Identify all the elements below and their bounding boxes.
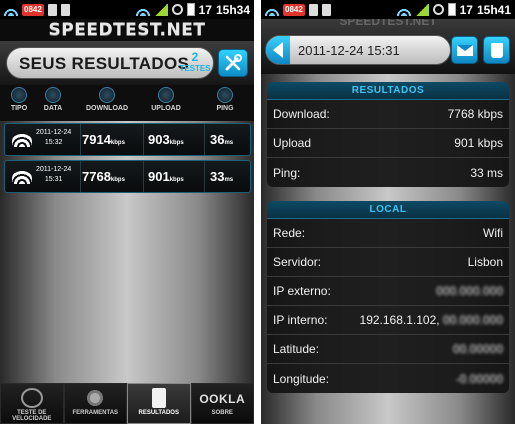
alarm-icon	[432, 4, 444, 15]
result-row[interactable]: 2011-12-24 15:31 7768kbps 901kbps 33ms	[4, 160, 251, 193]
back-arrow-icon	[273, 42, 283, 58]
detail-row-download: Download: 7768 kbps	[267, 100, 509, 129]
battery-icon	[186, 3, 195, 16]
column-upload[interactable]: UPLOAD	[146, 87, 186, 112]
detail-row-external-ip: IP externo: 000.000.000	[267, 277, 509, 306]
wifi-icon	[11, 87, 27, 103]
bottom-tab-bar: TESTE DE VELOCIDADE FERRAMENTAS RESULTAD…	[0, 383, 254, 424]
gear-icon	[84, 388, 107, 408]
delete-button[interactable]	[483, 36, 510, 64]
download-arrow-icon	[99, 87, 115, 103]
column-download[interactable]: DOWNLOAD	[84, 87, 130, 112]
detail-title-pill: 2011-12-24 15:31	[265, 35, 451, 65]
wifi-status-icon	[265, 3, 279, 16]
redacted-value: 00.000.000	[442, 313, 503, 327]
redacted-value: -0.00000	[455, 371, 503, 386]
column-date[interactable]: DATA	[38, 87, 68, 112]
back-button[interactable]	[266, 36, 290, 64]
app-logo-bar: SPEEDTEST.NET	[0, 19, 254, 41]
battery-level: 17	[459, 2, 473, 17]
tab-tools[interactable]: FERRAMENTAS	[63, 383, 127, 424]
envelope-icon	[456, 44, 473, 56]
wifi-signal-icon	[135, 3, 150, 16]
app-logo: SPEEDTEST.NET	[48, 20, 206, 40]
detail-row-longitude: Longitude: -0.00000	[273, 371, 503, 386]
battery-icon	[447, 3, 456, 16]
column-headers: TIPO DATA DOWNLOAD UPLOAD PING	[0, 85, 254, 121]
calendar-icon	[45, 87, 61, 103]
app-logo: SPEEDTEST.NET	[339, 19, 437, 27]
redacted-value: 000.000.000	[436, 284, 503, 298]
battery-level: 17	[198, 2, 212, 17]
test-count-label: TESTES	[179, 64, 211, 73]
page-title: SEUS RESULTADOS	[19, 54, 190, 73]
sd-card-icon	[321, 3, 331, 16]
result-ping: 33ms	[210, 169, 234, 184]
clock: 15h41	[476, 2, 511, 17]
result-datetime: 2011-12-24 15:32	[36, 129, 72, 146]
alarm-icon	[171, 4, 183, 15]
tab-about[interactable]: OOKLA SOBRE	[190, 383, 254, 424]
tab-results[interactable]: RESULTADOS	[127, 383, 191, 424]
notification-badge: 0842	[22, 3, 44, 16]
result-detail-screen: 0842 17 15h41 SPEEDTEST.NET 2011-12-24 1…	[261, 0, 515, 424]
result-datetime: 2011-12-24 15:31	[36, 166, 72, 183]
wifi-signal-icon	[396, 3, 411, 16]
clock: 15h34	[215, 2, 250, 17]
result-upload: 903kbps	[148, 132, 184, 147]
detail-row-latitude: Latitude: 00.00000	[267, 335, 509, 364]
results-list-screen: 0842 17 15h34 SPEEDTEST.NET SEUS RESULTA…	[0, 0, 254, 424]
share-email-button[interactable]	[451, 36, 478, 64]
detail-row-ping: Ping: 33 ms	[273, 165, 503, 180]
column-type[interactable]: TIPO	[6, 87, 32, 112]
column-ping[interactable]: PING	[210, 87, 240, 112]
result-download: 7768kbps	[82, 169, 125, 184]
redacted-value: 00.00000	[452, 342, 503, 356]
cell-signal-icon	[153, 3, 168, 16]
upload-arrow-icon	[158, 87, 174, 103]
results-panel-title: RESULTADOS	[267, 82, 509, 100]
wifi-connection-icon	[12, 132, 32, 147]
tools-button[interactable]	[218, 49, 248, 77]
ping-icon	[217, 87, 233, 103]
status-bar: 0842 17 15h41	[261, 0, 515, 19]
document-icon	[151, 388, 166, 408]
wifi-connection-icon	[12, 169, 32, 184]
test-count: 2 TESTES	[175, 51, 215, 74]
trash-icon	[490, 42, 503, 58]
ookla-logo: OOKLA	[199, 392, 246, 406]
cell-signal-icon	[414, 3, 429, 16]
local-panel: LOCAL Rede: Wifi Servidor: Lisbon IP ext…	[267, 201, 509, 393]
download-notification-icon	[47, 3, 57, 16]
results-header: SEUS RESULTADOS 2 TESTES	[0, 41, 254, 85]
detail-row-network: Rede: Wifi	[267, 219, 509, 248]
local-panel-title: LOCAL	[267, 201, 509, 219]
wifi-status-icon	[4, 3, 18, 16]
result-download: 7914kbps	[82, 132, 125, 147]
sd-card-icon	[60, 3, 70, 16]
result-row[interactable]: 2011-12-24 15:32 7914kbps 903kbps 36ms	[4, 123, 251, 156]
results-panel: RESULTADOS Download: 7768 kbps Upload 90…	[267, 82, 509, 187]
result-upload: 901kbps	[148, 169, 184, 184]
speedometer-icon	[20, 388, 43, 408]
result-datetime: 2011-12-24 15:31	[298, 43, 400, 58]
download-notification-icon	[308, 3, 318, 16]
result-ping: 36ms	[210, 132, 234, 147]
results-title-pill: SEUS RESULTADOS 2 TESTES	[6, 47, 214, 79]
wrench-screwdriver-icon	[225, 54, 242, 71]
detail-row-upload: Upload 901 kbps	[267, 129, 509, 158]
detail-row-internal-ip: IP interno: 192.168.1.102, 00.000.000	[267, 306, 509, 335]
detail-row-server: Servidor: Lisbon	[267, 248, 509, 277]
notification-badge: 0842	[283, 3, 305, 16]
test-count-value: 2	[191, 50, 199, 64]
tab-speed-test[interactable]: TESTE DE VELOCIDADE	[0, 383, 64, 424]
status-bar: 0842 17 15h34	[0, 0, 254, 19]
